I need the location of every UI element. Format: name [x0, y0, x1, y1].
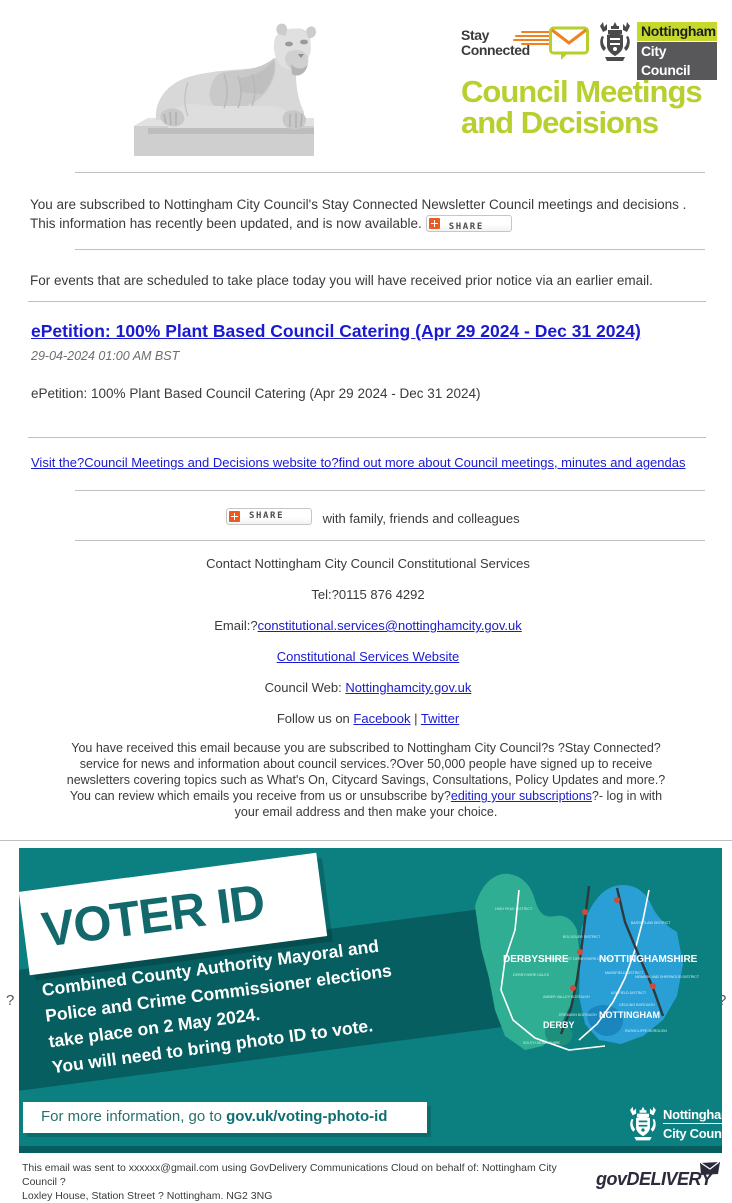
divider-top	[75, 172, 705, 173]
svg-text:AMBER VALLEY BOROUGH: AMBER VALLEY BOROUGH	[543, 995, 590, 999]
link-separator: |	[410, 711, 421, 726]
intro-line2: This information has recently been updat…	[30, 216, 422, 231]
edit-subscriptions-link[interactable]: editing your subscriptions	[451, 789, 592, 803]
banner-bottom-rule	[19, 1146, 722, 1153]
stay-connected-logo: Stay Connected	[461, 22, 589, 64]
subscription-intro: You are subscribed to Nottingham City Co…	[30, 195, 710, 237]
epetition-date: 29-04-2024 01:00 AM BST	[31, 349, 180, 363]
contact-email-row: Email:?constitutional.services@nottingha…	[30, 618, 706, 633]
visit-website-link[interactable]: Visit the?Council Meetings and Decisions…	[31, 455, 721, 470]
voter-id-banner[interactable]: VOTER ID Combined County Authority Mayor…	[19, 848, 722, 1153]
share-row-suffix: with family, friends and colleagues	[322, 511, 520, 526]
govdelivery-wordmark: govDELIVERY	[596, 1169, 713, 1189]
svg-text:BOLSOVER DISTRICT: BOLSOVER DISTRICT	[563, 935, 601, 939]
follow-prefix: Follow us on	[276, 711, 354, 726]
banner-council-line1: Nottingham	[663, 1107, 722, 1122]
share-button-label: SHARE	[249, 511, 285, 521]
council-web-row: Council Web: Nottinghamcity.gov.uk	[30, 680, 706, 695]
events-notice: For events that are scheduled to take pl…	[30, 273, 653, 288]
council-web-link[interactable]: Nottinghamcity.gov.uk	[345, 680, 471, 695]
email-footer: This email was sent to xxxxxx@gmail.com …	[0, 1158, 732, 1202]
svg-text:NORTH EAST DERBYSHIRE DISTRICT: NORTH EAST DERBYSHIRE DISTRICT	[549, 957, 615, 961]
share-button-top[interactable]: SHARE	[425, 215, 512, 232]
footer-sent-notice: This email was sent to xxxxxx@gmail.com …	[22, 1161, 562, 1203]
svg-text:HIGH PEAK DISTRICT: HIGH PEAK DISTRICT	[495, 907, 533, 911]
svg-text:ASHFIELD DISTRICT: ASHFIELD DISTRICT	[611, 991, 647, 995]
nottingham-city-council-logo: Nottingham City Council	[597, 20, 717, 80]
divider-after-share	[75, 540, 705, 541]
footer-line1: This email was sent to xxxxxx@gmail.com …	[22, 1162, 557, 1188]
legal-disclaimer: You have received this email because you…	[66, 740, 666, 820]
plus-icon	[229, 511, 240, 522]
svg-text:NEWARK AND SHERWOOD DISTRICT: NEWARK AND SHERWOOD DISTRICT	[635, 975, 700, 979]
page-title-line1: Council Meetings	[461, 74, 703, 109]
east-midlands-map: DERBYSHIRE NOTTINGHAMSHIRE DERBY NOTTING…	[439, 860, 711, 1086]
lion-statue-image	[128, 8, 325, 158]
contact-email-prefix: Email:?	[214, 618, 258, 633]
divider-before-share	[75, 490, 705, 491]
divider-intro	[75, 249, 705, 250]
more-information-text: For more information, go to gov.uk/votin…	[41, 1108, 387, 1125]
footer-line2: Loxley House, Station Street ? Nottingha…	[22, 1190, 273, 1202]
contact-email-link[interactable]: constitutional.services@nottinghamcity.g…	[258, 618, 522, 633]
page-title: Council Meetings and Decisions	[461, 76, 731, 138]
svg-text:DERBYSHIRE DALES: DERBYSHIRE DALES	[513, 973, 550, 977]
council-wordmark-line1: Nottingham	[637, 22, 717, 41]
banner-council-logo: Nottingham City Council	[627, 1104, 722, 1144]
contact-heading: Contact Nottingham City Council Constitu…	[206, 556, 530, 571]
share-button-bottom[interactable]: SHARE	[226, 508, 312, 525]
plus-icon	[428, 218, 440, 229]
svg-text:RUSHCLIFFE BOROUGH: RUSHCLIFFE BOROUGH	[625, 1029, 668, 1033]
envelope-icon	[549, 24, 589, 64]
divider-after-item	[28, 437, 706, 438]
more-information-prefix: For more information, go to	[41, 1108, 227, 1125]
constitutional-services-website-link[interactable]: Constitutional Services Website	[277, 649, 460, 664]
broken-image-marker-left: ?	[6, 992, 15, 1009]
epetition-body: ePetition: 100% Plant Based Council Cate…	[31, 386, 481, 401]
svg-text:BASSETLAW DISTRICT: BASSETLAW DISTRICT	[631, 921, 671, 925]
twitter-link[interactable]: Twitter	[421, 711, 459, 726]
divider-before-item	[28, 301, 706, 302]
map-label-nottingham: NOTTINGHAM	[599, 1010, 660, 1020]
svg-text:EREWASH BOROUGH: EREWASH BOROUGH	[559, 1013, 597, 1017]
council-web-prefix: Council Web:	[264, 680, 346, 695]
council-crest-icon	[627, 1105, 659, 1143]
banner-council-line2: City Council	[663, 1123, 722, 1142]
epetition-title-link[interactable]: ePetition: 100% Plant Based Council Cate…	[31, 320, 707, 342]
constitutional-services-website-row: Constitutional Services Website	[30, 649, 706, 664]
more-information-bar[interactable]: For more information, go to gov.uk/votin…	[23, 1102, 427, 1133]
email-header: Stay Connected Nottingham City Council C…	[0, 0, 732, 168]
voting-photo-id-url: gov.uk/voting-photo-id	[226, 1108, 388, 1125]
contact-telephone: Tel:?0115 876 4292	[311, 587, 425, 602]
map-label-derby: DERBY	[543, 1020, 575, 1030]
speed-lines-icon	[513, 30, 553, 48]
svg-text:SOUTH DERBYSHIRE: SOUTH DERBYSHIRE	[523, 1041, 561, 1045]
council-wordmark: Nottingham City Council	[637, 22, 717, 80]
page-title-line2: and Decisions	[461, 105, 659, 140]
council-crest-icon	[597, 20, 633, 64]
share-button-label: SHARE	[448, 222, 484, 232]
svg-text:GEDLING BOROUGH: GEDLING BOROUGH	[619, 1003, 655, 1007]
follow-us-row: Follow us on Facebook | Twitter	[30, 711, 706, 726]
intro-line1: You are subscribed to Nottingham City Co…	[30, 197, 687, 212]
divider-before-banner	[0, 840, 732, 841]
govdelivery-logo: govDELIVERY	[596, 1161, 720, 1192]
facebook-link[interactable]: Facebook	[353, 711, 410, 726]
banner-council-wordmark: Nottingham City Council	[663, 1106, 722, 1142]
share-row: SHARE with family, friends and colleague…	[226, 508, 520, 528]
envelope-icon	[700, 1161, 720, 1176]
